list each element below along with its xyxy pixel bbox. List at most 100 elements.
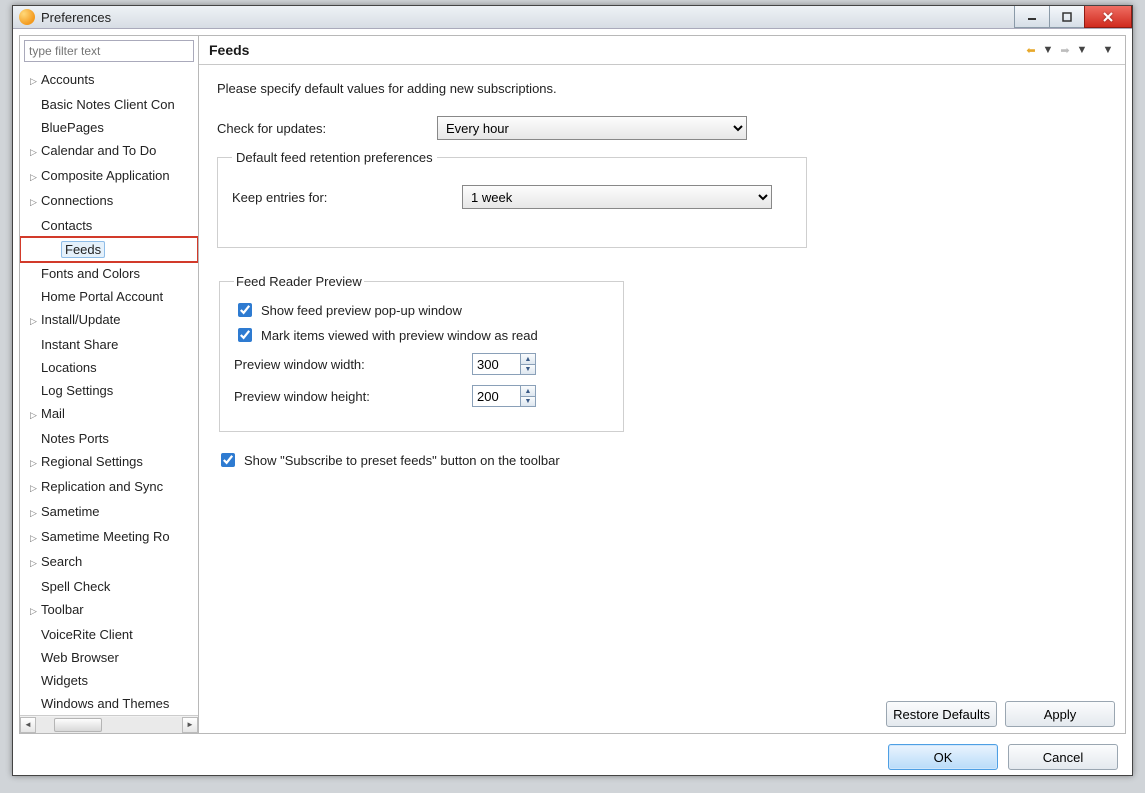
tree-item[interactable]: Home Portal Account [20,285,198,308]
tree-item[interactable]: ▷Connections [20,189,198,214]
preview-height-input[interactable] [472,385,520,407]
height-down-button[interactable]: ▼ [520,396,536,407]
tree-item[interactable]: VoiceRite Client [20,623,198,646]
cancel-button[interactable]: Cancel [1008,744,1118,770]
tree-item[interactable]: Widgets [20,669,198,692]
tree-item[interactable]: ▷Composite Application [20,164,198,189]
restore-defaults-button[interactable]: Restore Defaults [886,701,997,727]
tree-item[interactable]: Notes Ports [20,427,198,450]
show-subscribe-label[interactable]: Show "Subscribe to preset feeds" button … [244,453,560,468]
width-up-button[interactable]: ▲ [520,353,536,364]
minimize-button[interactable] [1014,6,1050,28]
tree-item-label: Basic Notes Client Con [41,97,175,112]
show-popup-label[interactable]: Show feed preview pop-up window [261,303,462,318]
page-title: Feeds [209,42,249,58]
tree-item-label: Search [41,554,82,569]
tree-item-label: Feeds [61,241,105,258]
tree-item[interactable]: Log Settings [20,379,198,402]
retention-legend: Default feed retention preferences [232,150,437,165]
forward-icon[interactable]: ➡ [1058,43,1072,57]
expand-icon[interactable]: ▷ [28,169,39,186]
preview-width-input[interactable] [472,353,520,375]
tree-item[interactable]: ▷Accounts [20,68,198,93]
forward-menu-icon[interactable]: ▼ [1075,43,1089,57]
scroll-thumb[interactable] [54,718,102,732]
ok-button[interactable]: OK [888,744,998,770]
tree-item[interactable]: ▷Replication and Sync [20,475,198,500]
back-icon[interactable]: ⬅ [1024,43,1038,57]
height-up-button[interactable]: ▲ [520,385,536,396]
expand-icon[interactable]: ▷ [28,407,39,424]
show-subscribe-checkbox[interactable] [221,453,235,467]
tree-item[interactable]: BluePages [20,116,198,139]
preferences-tree[interactable]: ▷AccountsBasic Notes Client ConBluePages… [20,68,198,715]
preferences-window: Preferences ▷AccountsBasic Notes Client … [12,5,1133,776]
expand-icon[interactable]: ▷ [28,455,39,472]
tree-item-label: Locations [41,360,97,375]
titlebar: Preferences [13,6,1132,29]
tree-item[interactable]: Windows and Themes [20,692,198,715]
tree-item[interactable]: ▷Sametime [20,500,198,525]
tree-item[interactable]: Spell Check [20,575,198,598]
window-title: Preferences [41,10,111,25]
expand-icon[interactable]: ▷ [28,480,39,497]
mark-read-label[interactable]: Mark items viewed with preview window as… [261,328,538,343]
tree-item[interactable]: Instant Share [20,333,198,356]
tree-item[interactable]: ▷Sametime Meeting Ro [20,525,198,550]
tree-item-label: Fonts and Colors [41,266,140,281]
back-menu-icon[interactable]: ▼ [1041,43,1055,57]
mark-read-checkbox[interactable] [238,328,252,342]
width-down-button[interactable]: ▼ [520,364,536,375]
expand-icon[interactable]: ▷ [28,530,39,547]
apply-button[interactable]: Apply [1005,701,1115,727]
tree-item-label: Regional Settings [41,454,143,469]
keep-entries-label: Keep entries for: [232,190,462,205]
tree-item-label: Notes Ports [41,431,109,446]
expand-icon[interactable]: ▷ [28,603,39,620]
close-button[interactable] [1084,6,1132,28]
tree-item-label: Install/Update [41,312,121,327]
expand-icon[interactable]: ▷ [28,144,39,161]
preview-group: Feed Reader Preview Show feed preview po… [219,274,624,432]
tree-item-label: Contacts [41,218,92,233]
tree-item-label: Accounts [41,72,94,87]
show-popup-checkbox[interactable] [238,303,252,317]
check-updates-select[interactable]: Every hour [437,116,747,140]
page-nav: ⬅ ▼ ➡ ▼ ▼ [1024,43,1115,57]
tree-item[interactable]: ▷Search [20,550,198,575]
tree-item[interactable]: Feeds [20,237,198,262]
app-icon [19,9,35,25]
tree-item[interactable]: Web Browser [20,646,198,669]
expand-icon[interactable]: ▷ [28,505,39,522]
tree-item-label: Sametime Meeting Ro [41,529,170,544]
tree-item-label: Spell Check [41,579,110,594]
preferences-page: Feeds ⬅ ▼ ➡ ▼ ▼ Please specify default v… [199,35,1126,734]
tree-item-label: Toolbar [41,602,84,617]
horizontal-scrollbar[interactable]: ◄ ► [20,715,198,733]
preview-width-label: Preview window width: [234,357,472,372]
tree-item-label: Web Browser [41,650,119,665]
tree-item[interactable]: ▷Regional Settings [20,450,198,475]
preview-height-label: Preview window height: [234,389,472,404]
expand-icon[interactable]: ▷ [28,555,39,572]
page-menu-icon[interactable]: ▼ [1101,43,1115,57]
tree-item[interactable]: Fonts and Colors [20,262,198,285]
filter-input[interactable] [24,40,194,62]
tree-item[interactable]: ▷Calendar and To Do [20,139,198,164]
window-controls [1015,6,1132,28]
tree-item[interactable]: ▷Install/Update [20,308,198,333]
scroll-left-icon[interactable]: ◄ [20,717,36,733]
tree-item[interactable]: Locations [20,356,198,379]
tree-item[interactable]: ▷Mail [20,402,198,427]
expand-icon[interactable]: ▷ [28,194,39,211]
tree-item[interactable]: Contacts [20,214,198,237]
tree-item-label: Log Settings [41,383,113,398]
maximize-button[interactable] [1049,6,1085,28]
expand-icon[interactable]: ▷ [28,73,39,90]
expand-icon[interactable]: ▷ [28,313,39,330]
tree-item[interactable]: Basic Notes Client Con [20,93,198,116]
keep-entries-select[interactable]: 1 week [462,185,772,209]
scroll-right-icon[interactable]: ► [182,717,198,733]
tree-item[interactable]: ▷Toolbar [20,598,198,623]
tree-item-label: VoiceRite Client [41,627,133,642]
